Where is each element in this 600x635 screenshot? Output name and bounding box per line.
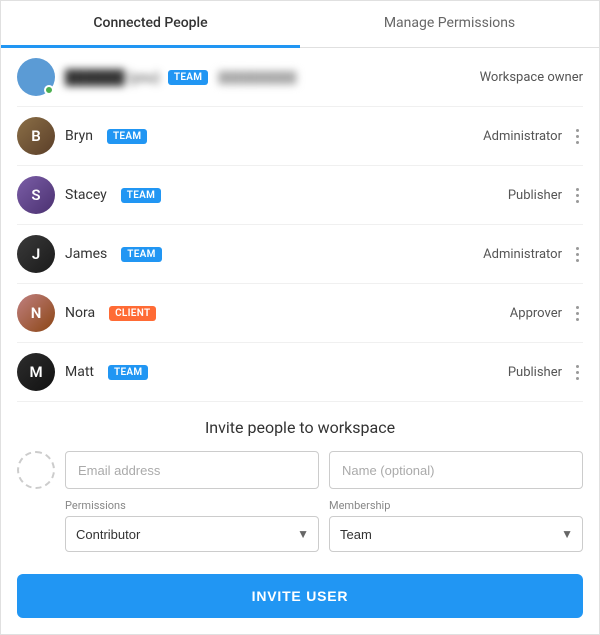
- table-row: B Bryn TEAM Administrator: [17, 107, 583, 166]
- user-list: ██████ (you) TEAM ██████████ Workspace o…: [1, 48, 599, 402]
- avatar-bryn: B: [17, 117, 55, 155]
- stacey-role: Publisher: [508, 188, 562, 203]
- user-right-james: Administrator: [483, 243, 583, 266]
- nora-name: Nora: [65, 305, 95, 321]
- table-row: N Nora CLIENT Approver: [17, 284, 583, 343]
- tab-manage-permissions[interactable]: Manage Permissions: [300, 1, 599, 48]
- app-container: Connected People Manage Permissions ████…: [1, 1, 599, 634]
- invite-user-button[interactable]: INVITE USER: [17, 574, 583, 618]
- permissions-label: Permissions: [65, 499, 319, 512]
- user-right-you: Workspace owner: [480, 70, 583, 85]
- you-role: Workspace owner: [480, 70, 583, 85]
- membership-label: Membership: [329, 499, 583, 512]
- dot1: [576, 247, 579, 250]
- nora-role: Approver: [510, 306, 562, 321]
- invite-button-wrapper: INVITE USER: [1, 564, 599, 634]
- dot2: [576, 371, 579, 374]
- permissions-select-wrapper: Viewer Contributor Contributor Publisher…: [65, 516, 319, 552]
- dot1: [576, 129, 579, 132]
- tab-bar: Connected People Manage Permissions: [1, 1, 599, 48]
- matt-badge: TEAM: [108, 365, 148, 380]
- avatar-james: J: [17, 235, 55, 273]
- matt-name: Matt: [65, 364, 94, 380]
- james-role: Administrator: [483, 247, 562, 262]
- bryn-menu-button[interactable]: [572, 125, 583, 148]
- table-row: ██████ (you) TEAM ██████████ Workspace o…: [17, 48, 583, 107]
- you-name-text: ██████ (you): [65, 69, 160, 86]
- avatar-stacey: S: [17, 176, 55, 214]
- james-menu-button[interactable]: [572, 243, 583, 266]
- table-row: M Matt TEAM Publisher: [17, 343, 583, 402]
- invite-section: Invite people to workspace Permissions V…: [1, 402, 599, 564]
- user-right-nora: Approver: [510, 302, 583, 325]
- james-badge: TEAM: [121, 247, 161, 262]
- online-dot: [44, 85, 54, 95]
- permissions-group: Permissions Viewer Contributor Contribut…: [65, 499, 319, 552]
- invite-title: Invite people to workspace: [17, 418, 583, 437]
- nora-menu-button[interactable]: [572, 302, 583, 325]
- dot2: [576, 194, 579, 197]
- user-left-matt: M Matt TEAM: [17, 353, 148, 391]
- dot3: [576, 377, 579, 380]
- name-field[interactable]: [329, 451, 583, 489]
- dot1: [576, 306, 579, 309]
- user-right-bryn: Administrator: [483, 125, 583, 148]
- you-badge: TEAM: [168, 70, 208, 85]
- avatar-nora: N: [17, 294, 55, 332]
- stacey-menu-button[interactable]: [572, 184, 583, 207]
- matt-role: Publisher: [508, 365, 562, 380]
- dot3: [576, 141, 579, 144]
- permissions-membership-row: Permissions Viewer Contributor Contribut…: [17, 499, 583, 552]
- table-row: J James TEAM Administrator: [17, 225, 583, 284]
- james-name: James: [65, 246, 107, 262]
- membership-group: Membership Team Client Guest ▼: [329, 499, 583, 552]
- user-left-james: J James TEAM: [17, 235, 162, 273]
- bryn-badge: TEAM: [107, 129, 147, 144]
- user-right-matt: Publisher: [508, 361, 583, 384]
- dot3: [576, 318, 579, 321]
- avatar-you: [17, 58, 55, 96]
- dot2: [576, 135, 579, 138]
- dot3: [576, 259, 579, 262]
- dot3: [576, 200, 579, 203]
- membership-select-wrapper: Team Client Guest ▼: [329, 516, 583, 552]
- user-right-stacey: Publisher: [508, 184, 583, 207]
- user-left-nora: N Nora CLIENT: [17, 294, 156, 332]
- you-subtitle: ██████████: [218, 71, 296, 84]
- dot2: [576, 312, 579, 315]
- tab-connected-people[interactable]: Connected People: [1, 1, 300, 48]
- membership-select[interactable]: Team Client Guest: [329, 516, 583, 552]
- matt-menu-button[interactable]: [572, 361, 583, 384]
- email-field[interactable]: [65, 451, 319, 489]
- stacey-name: Stacey: [65, 187, 107, 203]
- bryn-name: Bryn: [65, 128, 93, 144]
- invite-inputs-row: [17, 451, 583, 489]
- dot1: [576, 365, 579, 368]
- nora-badge: CLIENT: [109, 306, 156, 321]
- bryn-role: Administrator: [483, 129, 562, 144]
- dot2: [576, 253, 579, 256]
- table-row: S Stacey TEAM Publisher: [17, 166, 583, 225]
- user-left-stacey: S Stacey TEAM: [17, 176, 161, 214]
- dot1: [576, 188, 579, 191]
- user-name-you: ██████ (you) TEAM: [65, 69, 208, 86]
- invite-input-fields: [65, 451, 583, 489]
- stacey-badge: TEAM: [121, 188, 161, 203]
- permissions-select[interactable]: Viewer Contributor Contributor Publisher…: [65, 516, 319, 552]
- user-left-bryn: B Bryn TEAM: [17, 117, 147, 155]
- user-left-you: ██████ (you) TEAM ██████████: [17, 58, 296, 96]
- new-user-avatar-placeholder: [17, 451, 55, 489]
- avatar-matt: M: [17, 353, 55, 391]
